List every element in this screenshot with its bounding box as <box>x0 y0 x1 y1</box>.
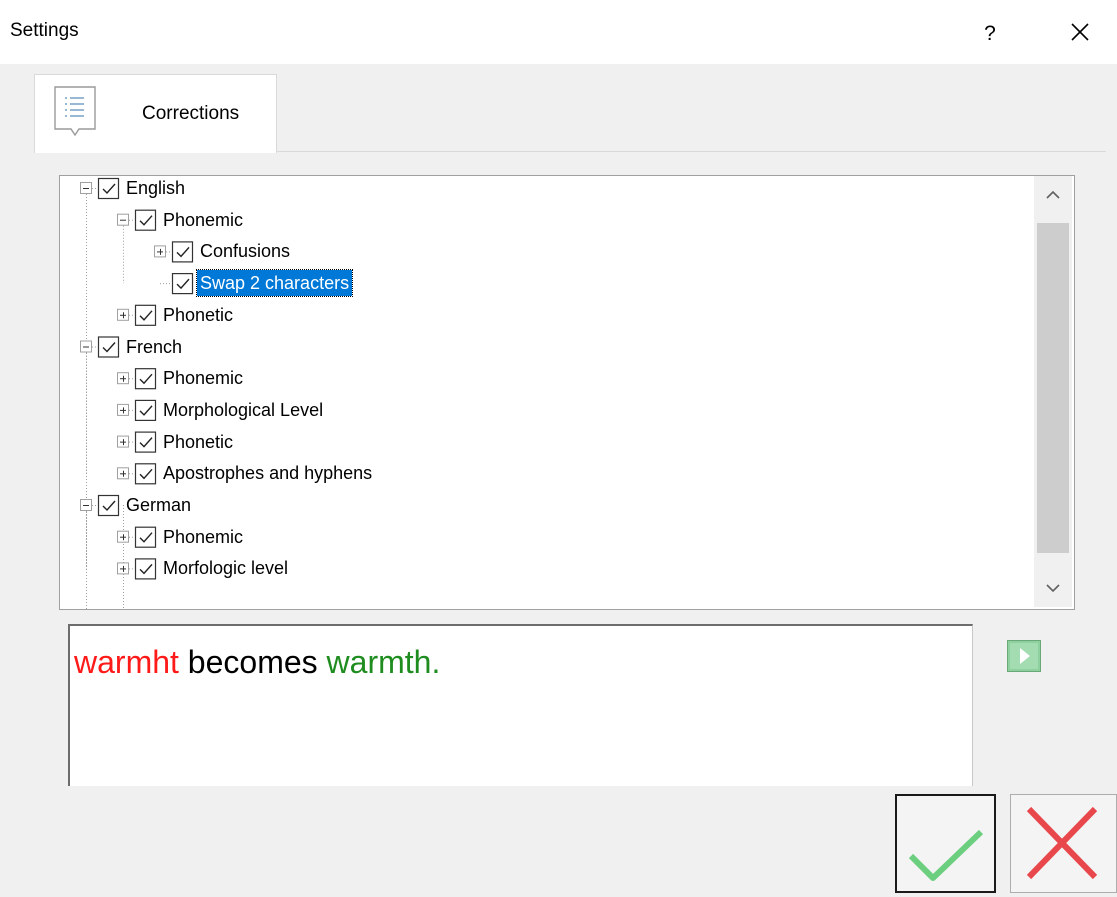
tab-corrections[interactable]: Corrections <box>34 74 277 153</box>
tree-item-label[interactable]: French <box>123 334 185 360</box>
preview-right-word: warmth. <box>326 644 441 680</box>
cancel-button[interactable] <box>1010 794 1117 893</box>
chevron-up-icon <box>1046 190 1060 199</box>
tree-item-label[interactable]: Morphological Level <box>160 397 326 423</box>
play-icon <box>1007 640 1041 672</box>
tree-item-label[interactable]: Apostrophes and hyphens <box>160 460 375 486</box>
collapse-icon[interactable] <box>80 340 92 353</box>
tree-item-label[interactable]: Confusions <box>197 238 293 264</box>
scroll-down-button[interactable] <box>1034 571 1072 607</box>
play-button[interactable] <box>1007 640 1041 672</box>
tree-checkbox[interactable] <box>171 272 194 295</box>
tree-checkbox[interactable] <box>134 304 157 326</box>
tree-checkbox[interactable] <box>97 494 120 517</box>
tree-item-label[interactable]: Phonetic <box>160 302 236 328</box>
close-button[interactable] <box>1060 14 1100 54</box>
help-button[interactable]: ? <box>970 14 1010 54</box>
title-bar: Settings ? <box>0 0 1117 64</box>
expand-icon[interactable] <box>117 403 129 416</box>
scroll-up-button[interactable] <box>1034 176 1072 212</box>
tab-label: Corrections <box>142 103 240 124</box>
window-title: Settings <box>10 20 79 41</box>
tree-checkbox[interactable] <box>97 177 120 200</box>
collapse-icon[interactable] <box>80 182 92 194</box>
tree-checkbox[interactable] <box>134 399 157 421</box>
tree-checkbox[interactable] <box>134 463 157 485</box>
tree-item-label[interactable]: Swap 2 characters <box>195 269 354 298</box>
expand-icon[interactable] <box>117 372 129 385</box>
chevron-down-icon <box>1046 584 1060 593</box>
tree-item-label[interactable]: Phonetic <box>160 429 236 455</box>
tree-checkbox[interactable] <box>171 241 194 263</box>
preview-middle-text: becomes <box>178 644 327 680</box>
tree-item-label[interactable]: Morfologic level <box>160 555 291 581</box>
tree-item-label[interactable]: Phonemic <box>160 207 246 233</box>
tree-checkbox[interactable] <box>97 336 120 358</box>
tree-checkbox[interactable] <box>134 209 157 231</box>
expand-icon[interactable] <box>117 308 129 321</box>
tree-checkbox[interactable] <box>134 368 157 390</box>
scroll-thumb[interactable] <box>1037 223 1069 553</box>
vertical-scrollbar[interactable] <box>1034 176 1072 607</box>
corrections-tree[interactable]: English Phonemic Confusions Swap 2 characte… <box>59 175 1075 610</box>
expand-icon[interactable] <box>117 530 129 543</box>
close-icon <box>1071 23 1089 41</box>
collapse-icon[interactable] <box>117 213 129 226</box>
tree-item-label[interactable]: Phonemic <box>160 524 246 550</box>
expand-icon[interactable] <box>154 245 166 258</box>
tree-checkbox[interactable] <box>134 558 157 580</box>
preview-box: warmht becomes warmth. <box>68 624 973 786</box>
tree-checkbox[interactable] <box>134 431 157 453</box>
expand-icon[interactable] <box>117 435 129 448</box>
cross-icon <box>1026 806 1098 880</box>
tree-item-label[interactable]: English <box>123 176 188 201</box>
ok-button[interactable] <box>895 794 996 893</box>
tree-item-label[interactable]: German <box>123 492 194 518</box>
preview-text: warmht becomes warmth. <box>74 644 440 681</box>
collapse-icon[interactable] <box>80 499 92 511</box>
expand-icon[interactable] <box>117 467 129 480</box>
tree-item-label[interactable]: Phonemic <box>160 365 246 391</box>
expand-icon[interactable] <box>117 562 129 575</box>
checkmark-icon <box>908 829 984 881</box>
list-icon <box>54 86 96 137</box>
preview-wrong-word: warmht <box>74 644 179 680</box>
tree-checkbox[interactable] <box>134 526 157 548</box>
